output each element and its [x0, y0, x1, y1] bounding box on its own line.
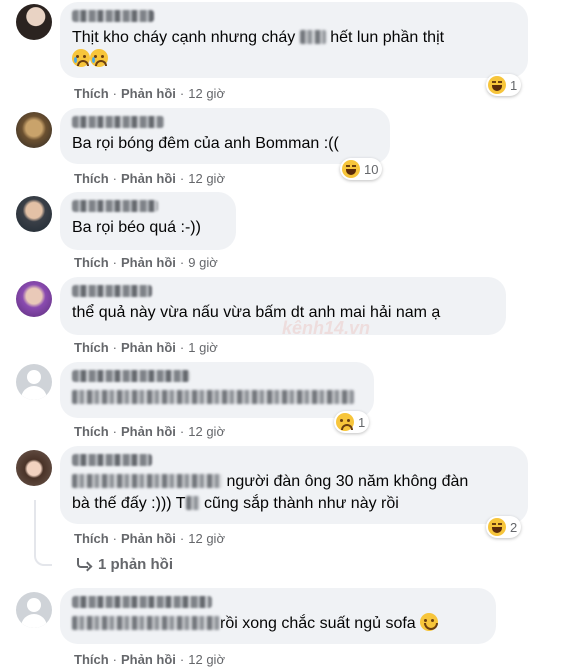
watermark-logo: kênh14.vn	[282, 318, 371, 338]
like-link[interactable]: Thích	[74, 255, 109, 270]
comment-text-line2: bà thế đấy :))) T cũng sắp thành như này…	[72, 495, 399, 512]
redacted-word	[185, 496, 200, 510]
avatar[interactable]	[16, 281, 52, 317]
comment-actions: Thích · Phản hồi · 1 giờ	[74, 340, 218, 355]
comment-time[interactable]: 12 giờ	[188, 171, 225, 186]
reply-link[interactable]: Phản hồi	[121, 86, 176, 101]
redacted-text	[72, 616, 220, 630]
default-avatar-icon[interactable]	[16, 364, 52, 400]
comment-text: người đàn ông 30 năm không đàn	[72, 471, 516, 493]
comment-actions: Thích · Phản hồi · 12 giờ	[74, 424, 225, 439]
author-name-blurred[interactable]	[72, 454, 152, 466]
comment-text: Thịt kho cháy cạnh nhưng cháy hết lun ph…	[72, 29, 445, 46]
reaction-badge[interactable]: 1	[486, 74, 522, 96]
redacted-text	[72, 390, 354, 404]
haha-reaction-icon	[488, 518, 506, 536]
author-name-blurred[interactable]	[72, 116, 164, 128]
like-link[interactable]: Thích	[74, 424, 109, 439]
author-name-blurred[interactable]	[72, 10, 154, 22]
smiling-face-icon	[420, 613, 439, 631]
replies-count-label: 1 phản hồi	[98, 556, 173, 573]
comment-bubble	[60, 362, 374, 418]
comment-bubble: người đàn ông 30 năm không đàn bà thế đấ…	[60, 446, 528, 524]
reply-link[interactable]: Phản hồi	[121, 340, 176, 355]
comment-time[interactable]: 9 giờ	[188, 255, 218, 270]
avatar[interactable]	[16, 450, 52, 486]
reply-link[interactable]: Phản hồi	[121, 531, 176, 546]
comment-time[interactable]: 1 giờ	[188, 340, 218, 355]
comment-text: rồi xong chắc suất ngủ sofa	[72, 613, 484, 635]
comment-time[interactable]: 12 giờ	[188, 424, 225, 439]
comment-actions: Thích · Phản hồi · 12 giờ	[74, 171, 225, 186]
reaction-count: 2	[510, 519, 518, 535]
reply-link[interactable]: Phản hồi	[121, 171, 176, 186]
comment-text: Ba rọi bóng đêm của anh Bomman :((	[72, 135, 339, 152]
default-avatar-icon[interactable]	[16, 592, 52, 628]
comment-bubble: rồi xong chắc suất ngủ sofa	[60, 588, 496, 644]
comment-time[interactable]: 12 giờ	[188, 652, 225, 667]
author-name-blurred[interactable]	[72, 596, 212, 608]
like-link[interactable]: Thích	[74, 340, 109, 355]
author-name-blurred[interactable]	[72, 285, 152, 297]
haha-reaction-icon	[342, 160, 360, 178]
reaction-badge[interactable]: 2	[486, 516, 522, 538]
haha-reaction-icon	[488, 76, 506, 94]
avatar[interactable]	[16, 112, 52, 148]
comment-actions: Thích · Phản hồi · 9 giờ	[74, 255, 218, 270]
author-name-blurred[interactable]	[72, 370, 190, 382]
redacted-word	[299, 30, 326, 44]
like-link[interactable]: Thích	[74, 171, 109, 186]
comment-time[interactable]: 12 giờ	[188, 531, 225, 546]
sad-reaction-icon	[336, 413, 354, 431]
reply-link[interactable]: Phản hồi	[121, 652, 176, 667]
like-link[interactable]: Thích	[74, 531, 109, 546]
avatar[interactable]	[16, 4, 52, 40]
view-replies-link[interactable]: 1 phản hồi	[76, 556, 173, 573]
reply-thread-line	[34, 500, 52, 566]
reaction-count: 10	[364, 161, 379, 177]
comment-actions: Thích · Phản hồi · 12 giờ	[74, 531, 225, 546]
redacted-text	[72, 474, 222, 488]
reply-arrow-icon	[76, 557, 90, 572]
reaction-count: 1	[510, 77, 518, 93]
crying-face-icon	[72, 49, 90, 67]
reply-link[interactable]: Phản hồi	[121, 424, 176, 439]
comment-time[interactable]: 12 giờ	[188, 86, 225, 101]
comment-bubble: Ba rọi bóng đêm của anh Bomman :((	[60, 108, 390, 164]
avatar[interactable]	[16, 196, 52, 232]
like-link[interactable]: Thích	[74, 652, 109, 667]
comment-actions: Thích · Phản hồi · 12 giờ	[74, 652, 225, 667]
comment-text: Ba rọi béo quá :-))	[72, 219, 201, 236]
reaction-badge[interactable]: 10	[340, 158, 383, 180]
author-name-blurred[interactable]	[72, 200, 158, 212]
comment-actions: Thích · Phản hồi · 12 giờ	[74, 86, 225, 101]
reaction-count: 1	[358, 414, 366, 430]
comment-bubble: Ba rọi béo quá :-))	[60, 192, 236, 250]
comment-text-emoji-line	[72, 49, 516, 71]
reply-link[interactable]: Phản hồi	[121, 255, 176, 270]
like-link[interactable]: Thích	[74, 86, 109, 101]
comment-bubble: Thịt kho cháy cạnh nhưng cháy hết lun ph…	[60, 2, 528, 78]
crying-face-icon	[90, 49, 108, 67]
reaction-badge[interactable]: 1	[334, 411, 370, 433]
comment-text-redacted	[72, 387, 362, 409]
